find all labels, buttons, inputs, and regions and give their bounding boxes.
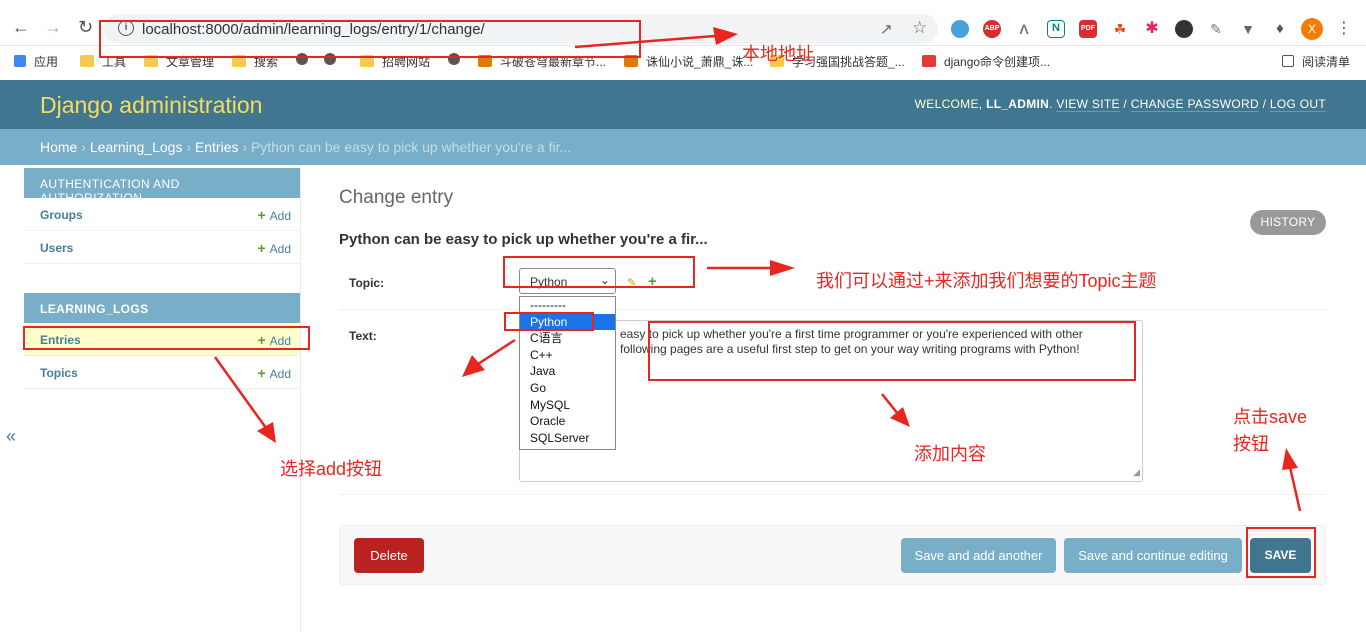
bookmark-link[interactable]: django命令创建项...	[922, 53, 1050, 70]
username: LL_ADMIN	[986, 97, 1050, 111]
text-label: Text:	[349, 329, 377, 343]
add-label: Add	[269, 367, 291, 381]
reload-icon[interactable]: ↻	[78, 17, 93, 37]
bookmark-link[interactable]: 诛仙小说_萧鼎_诛...	[624, 53, 753, 70]
add-icon: +	[257, 207, 266, 223]
menu-icon[interactable]: ⋮	[1336, 18, 1352, 38]
topic-option[interactable]: MySQL	[520, 397, 615, 414]
admin-header: Django administration WELCOME, LL_ADMIN.…	[0, 80, 1366, 129]
sidebar-item-label[interactable]: Groups	[40, 208, 83, 222]
extension-icon[interactable]	[1175, 20, 1193, 38]
bookmark-star-icon[interactable]: ☆	[912, 18, 927, 38]
adblock-icon[interactable]: ABP	[983, 20, 1001, 38]
welcome-text: WELCOME,	[914, 97, 983, 111]
nav-sidebar: AUTHENTICATION AND AUTHORIZATION Groups …	[22, 165, 301, 632]
add-label: Add	[269, 209, 291, 223]
sidebar-item-groups[interactable]: Groups + Add	[24, 198, 300, 231]
add-users-link[interactable]: + Add	[257, 240, 291, 256]
extensions-puzzle-icon[interactable]: ♦	[1271, 20, 1289, 38]
folder-icon	[80, 55, 94, 67]
csdn-icon	[922, 55, 936, 67]
breadcrumb-app[interactable]: Learning_Logs	[90, 139, 183, 155]
log-out-link[interactable]: LOG OUT	[1269, 97, 1326, 112]
sidebar-collapse-toggle[interactable]: «	[6, 426, 16, 447]
user-tools: WELCOME, LL_ADMIN. VIEW SITE / CHANGE PA…	[914, 97, 1326, 112]
add-label: Add	[269, 242, 291, 256]
annotation-box-save	[1246, 527, 1316, 578]
extension-icon[interactable]: ▼	[1239, 20, 1257, 38]
sidebar-item-label[interactable]: Topics	[40, 366, 78, 380]
site-title[interactable]: Django administration	[40, 92, 262, 119]
breadcrumb-model[interactable]: Entries	[195, 139, 239, 155]
submit-row: Delete Save and add another Save and con…	[339, 525, 1326, 585]
sidebar-item-topics[interactable]: Topics + Add	[24, 356, 300, 389]
add-topics-link[interactable]: + Add	[257, 365, 291, 381]
bookmark-apps[interactable]: 应用	[14, 53, 58, 70]
add-icon: +	[257, 365, 266, 381]
topic-label: Topic:	[349, 276, 385, 290]
apps-grid-icon	[14, 55, 26, 67]
history-button[interactable]: HISTORY	[1250, 210, 1326, 235]
reading-list[interactable]: 阅读清单	[1282, 53, 1350, 70]
topic-option[interactable]: C++	[520, 347, 615, 364]
reading-list-icon	[1282, 55, 1294, 67]
module-caption-auth[interactable]: AUTHENTICATION AND AUTHORIZATION	[24, 168, 300, 205]
resize-handle-icon[interactable]: ◢	[1133, 465, 1140, 480]
annotation-box-text	[648, 321, 1136, 381]
topic-option[interactable]: Java	[520, 363, 615, 380]
save-add-another-button[interactable]: Save and add another	[901, 538, 1056, 573]
breadcrumb-current: Python can be easy to pick up whether yo…	[250, 139, 572, 155]
annotation-box-topic	[503, 256, 695, 288]
extension-icon[interactable]: N	[1047, 20, 1065, 38]
share-icon[interactable]: ↗	[880, 20, 893, 38]
add-icon: +	[257, 240, 266, 256]
extension-icon[interactable]	[951, 20, 969, 38]
topic-option[interactable]: Go	[520, 380, 615, 397]
add-groups-link[interactable]: + Add	[257, 207, 291, 223]
annotation-select-add: 选择add按钮	[280, 459, 383, 479]
view-site-link[interactable]: VIEW SITE	[1056, 97, 1120, 112]
bookmark-label: 应用	[34, 55, 59, 69]
module-caption-learning-logs[interactable]: LEARNING_LOGS	[24, 293, 300, 323]
topic-option[interactable]: C语言	[520, 330, 615, 347]
topic-option[interactable]: Oracle	[520, 413, 615, 430]
back-icon[interactable]: ←	[12, 17, 30, 37]
topic-option[interactable]: SQLServer	[520, 430, 615, 447]
breadcrumb-home[interactable]: Home	[40, 139, 77, 155]
annotation-click-save-2: 按钮	[1233, 434, 1269, 454]
bookmark-label: django命令创建项...	[944, 55, 1051, 69]
sidebar-item-label[interactable]: Users	[40, 241, 73, 255]
breadcrumb: Home › Learning_Logs › Entries › Python …	[0, 129, 1366, 165]
extension-icon[interactable]: Λ	[1015, 20, 1033, 38]
annotation-box-python	[504, 312, 594, 331]
extension-icon[interactable]: ☘	[1111, 20, 1129, 38]
annotation-box-url	[99, 20, 641, 58]
page-title: Change entry	[339, 187, 454, 208]
annotation-topic-hint: 我们可以通过+来添加我们想要的Topic主题	[816, 271, 1157, 291]
object-title: Python can be easy to pick up whether yo…	[339, 231, 708, 248]
change-password-link[interactable]: CHANGE PASSWORD	[1130, 97, 1259, 112]
bookmark-label: 阅读清单	[1302, 55, 1351, 69]
annotation-box-entries	[23, 326, 310, 350]
extension-icon[interactable]: ✱	[1143, 20, 1161, 38]
annotation-local-address: 本地地址	[742, 44, 814, 64]
save-continue-button[interactable]: Save and continue editing	[1064, 538, 1242, 573]
forward-icon[interactable]: →	[44, 17, 62, 37]
delete-button[interactable]: Delete	[354, 538, 424, 573]
pdf-icon[interactable]: PDF	[1079, 20, 1097, 38]
extension-icon[interactable]: ✎	[1207, 20, 1225, 38]
bookmark-label: 诛仙小说_萧鼎_诛...	[646, 55, 754, 69]
annotation-click-save: 点击save	[1233, 407, 1308, 427]
sidebar-item-users[interactable]: Users + Add	[24, 231, 300, 264]
annotation-add-content: 添加内容	[914, 444, 986, 464]
profile-avatar[interactable]: X	[1301, 18, 1323, 40]
